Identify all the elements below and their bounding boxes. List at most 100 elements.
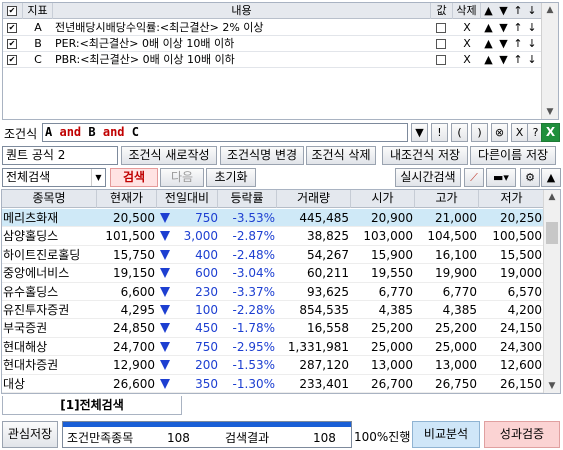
condition-checkbox[interactable] xyxy=(7,23,17,33)
table-row[interactable]: 현대차증권 12,900 200 -1.53% 287,120 13,000 13,000 1… xyxy=(2,356,544,375)
stock-low: 6,570 xyxy=(507,284,542,299)
condition-value-box[interactable] xyxy=(436,55,446,65)
expression-input[interactable]: A and B and C xyxy=(42,123,408,142)
table-row[interactable]: 유수홀딩스 6,600 230 -3.37% 93,625 6,770 6,770 6,570 xyxy=(2,283,544,301)
expression-dropdown-button[interactable]: ▼ xyxy=(411,123,428,142)
stock-name[interactable]: 부국증권 xyxy=(2,319,96,337)
move-top-icon[interactable]: ↑ xyxy=(511,52,525,68)
stock-name[interactable]: 삼양홀딩스 xyxy=(2,227,96,245)
col-low[interactable]: 저가 xyxy=(479,190,544,208)
table-row[interactable]: 대상 26,600 350 -1.30% 233,401 26,700 26,750 26,1… xyxy=(2,375,544,393)
move-down-icon[interactable]: ▼ xyxy=(496,20,511,36)
condition-checkbox[interactable] xyxy=(7,55,17,65)
header-delete: 삭제 xyxy=(453,3,481,19)
move-bottom-icon[interactable]: ↓ xyxy=(525,20,539,36)
move-up-icon[interactable]: ▲ xyxy=(481,52,496,68)
performance-verify-button[interactable]: 성과검증 xyxy=(484,421,560,448)
move-bottom-icon[interactable]: ↓ xyxy=(525,36,539,52)
condition-checkbox[interactable] xyxy=(7,39,17,49)
stock-low: 24,150 xyxy=(500,321,542,336)
compare-analysis-button[interactable]: 비교분석 xyxy=(412,421,480,448)
save-my-condition-button[interactable]: 내조건식 저장 xyxy=(382,146,468,165)
next-button[interactable]: 다음 xyxy=(160,168,204,187)
table-row[interactable]: 유진투자증권 4,295 100 -2.28% 854,535 4,385 4,385 4,2… xyxy=(2,301,544,320)
rename-condition-button[interactable]: 조건식명 변경 xyxy=(220,146,304,165)
move-top-icon[interactable]: ↑ xyxy=(511,36,525,52)
condition-row[interactable]: A 전년배당시배당수익률:<최근결산> 2% 이상 X▲▼↑↓ xyxy=(3,20,541,36)
stock-name[interactable]: 메리츠화재 xyxy=(2,209,96,227)
table-row[interactable]: 메리츠화재 20,500 750 -3.53% 445,485 20,900 21,000 2… xyxy=(2,209,544,228)
condition-delete-button[interactable]: X xyxy=(453,20,481,36)
not-operator-button[interactable]: ! xyxy=(431,123,448,142)
col-volume[interactable]: 거래량 xyxy=(277,190,351,208)
formula-name-field[interactable]: 퀀트 공식 2 xyxy=(2,146,118,165)
stock-price: 101,500 xyxy=(105,229,155,244)
move-up-icon[interactable]: ▲ xyxy=(481,20,496,36)
col-price[interactable]: 현재가 xyxy=(97,190,157,208)
stock-open: 103,000 xyxy=(363,229,413,244)
check-all-checkbox[interactable] xyxy=(7,6,17,16)
table-row[interactable]: 중앙에너비스 19,150 600 -3.04% 60,211 19,550 19,900 1… xyxy=(2,264,544,283)
clear-expression-button[interactable]: X xyxy=(511,123,528,142)
scroll-down-icon[interactable]: ▼ xyxy=(542,105,558,119)
expr-term: B xyxy=(88,125,96,139)
col-change-rate[interactable]: 등락률 xyxy=(218,190,277,208)
down-arrow-icon xyxy=(160,213,170,223)
expr-term: C xyxy=(131,125,140,139)
open-paren-button[interactable]: ( xyxy=(451,123,468,142)
condition-row[interactable]: C PBR:<최근결산> 0배 이상 10배 이하 X▲▼↑↓ xyxy=(3,52,541,68)
move-top-icon[interactable]: ↑ xyxy=(511,20,525,36)
move-down-icon[interactable]: ▼ xyxy=(496,36,511,52)
stock-name[interactable]: 유수홀딩스 xyxy=(2,283,96,301)
new-condition-button[interactable]: 조건식 새로작성 xyxy=(121,146,217,165)
stock-name[interactable]: 중앙에너비스 xyxy=(2,264,96,282)
condition-scrollbar[interactable]: ▲ ▼ xyxy=(541,3,558,119)
results-scrollbar[interactable]: ▲ ▼ xyxy=(543,190,560,393)
scroll-up-icon[interactable]: ▲ xyxy=(542,3,558,17)
move-down-icon[interactable]: ▼ xyxy=(496,52,511,68)
gear-icon[interactable]: ⚙ xyxy=(520,168,540,187)
stock-high: 13,000 xyxy=(435,358,477,373)
stock-name[interactable]: 대상 xyxy=(2,375,96,393)
expand-up-icon[interactable]: ▲ xyxy=(541,168,561,187)
realtime-search-button[interactable]: 실시간검색 xyxy=(395,168,461,187)
condition-row[interactable]: B PER:<최근결산> 0배 이상 10배 이하 X▲▼↑↓ xyxy=(3,36,541,52)
delete-condition-button[interactable]: 조건식 삭제 xyxy=(306,146,376,165)
col-high[interactable]: 고가 xyxy=(415,190,479,208)
stock-name[interactable]: 유진투자증권 xyxy=(2,301,96,319)
down-arrow-icon xyxy=(160,360,170,371)
table-row[interactable]: 현대해상 24,700 750 -2.95% 1,331,981 25,000 25,000… xyxy=(2,338,544,357)
save-interest-button[interactable]: 관심저장 xyxy=(2,421,58,448)
move-up-icon[interactable]: ▲ xyxy=(481,36,496,52)
col-stock-name[interactable]: 종목명 xyxy=(2,190,97,208)
col-open[interactable]: 시가 xyxy=(351,190,415,208)
scroll-up-icon[interactable]: ▲ xyxy=(544,190,560,204)
chart-icon[interactable]: ⟋ xyxy=(464,168,484,187)
down-arrow-icon xyxy=(160,378,170,389)
list-menu-icon[interactable]: ▬▾ xyxy=(486,168,516,187)
excel-export-icon[interactable]: X xyxy=(541,123,560,142)
table-row[interactable]: 삼양홀딩스 101,500 3,000 -2.87% 38,825 103,000 104,… xyxy=(2,227,544,246)
down-arrow-icon xyxy=(160,341,170,352)
reset-button[interactable]: 초기화 xyxy=(206,168,256,187)
stock-low: 19,000 xyxy=(500,266,542,281)
xor-operator-button[interactable]: ⊗ xyxy=(491,123,508,142)
condition-value-box[interactable] xyxy=(436,23,446,33)
stock-name[interactable]: 하이트진로홀딩 xyxy=(2,246,96,264)
col-change[interactable]: 전일대비 xyxy=(157,190,218,208)
condition-value-box[interactable] xyxy=(436,39,446,49)
condition-delete-button[interactable]: X xyxy=(453,36,481,52)
scroll-down-icon[interactable]: ▼ xyxy=(544,379,560,393)
save-as-button[interactable]: 다른이름 저장 xyxy=(470,146,556,165)
table-row[interactable]: 부국증권 24,850 450 -1.78% 16,558 25,200 25,200 24,… xyxy=(2,319,544,338)
search-button[interactable]: 검색 xyxy=(110,168,158,187)
table-row[interactable]: 하이트진로홀딩 15,750 400 -2.48% 54,267 15,900 16,100… xyxy=(2,246,544,265)
stock-name[interactable]: 현대차증권 xyxy=(2,356,96,374)
move-bottom-icon[interactable]: ↓ xyxy=(525,52,539,68)
condition-delete-button[interactable]: X xyxy=(453,52,481,68)
stock-name[interactable]: 현대해상 xyxy=(2,338,96,356)
scroll-thumb[interactable] xyxy=(546,222,558,244)
close-paren-button[interactable]: ) xyxy=(471,123,488,142)
tab-all-search[interactable]: [1]전체검색 xyxy=(2,396,182,415)
search-scope-select[interactable]: 전체검색 ▼ xyxy=(2,168,106,187)
